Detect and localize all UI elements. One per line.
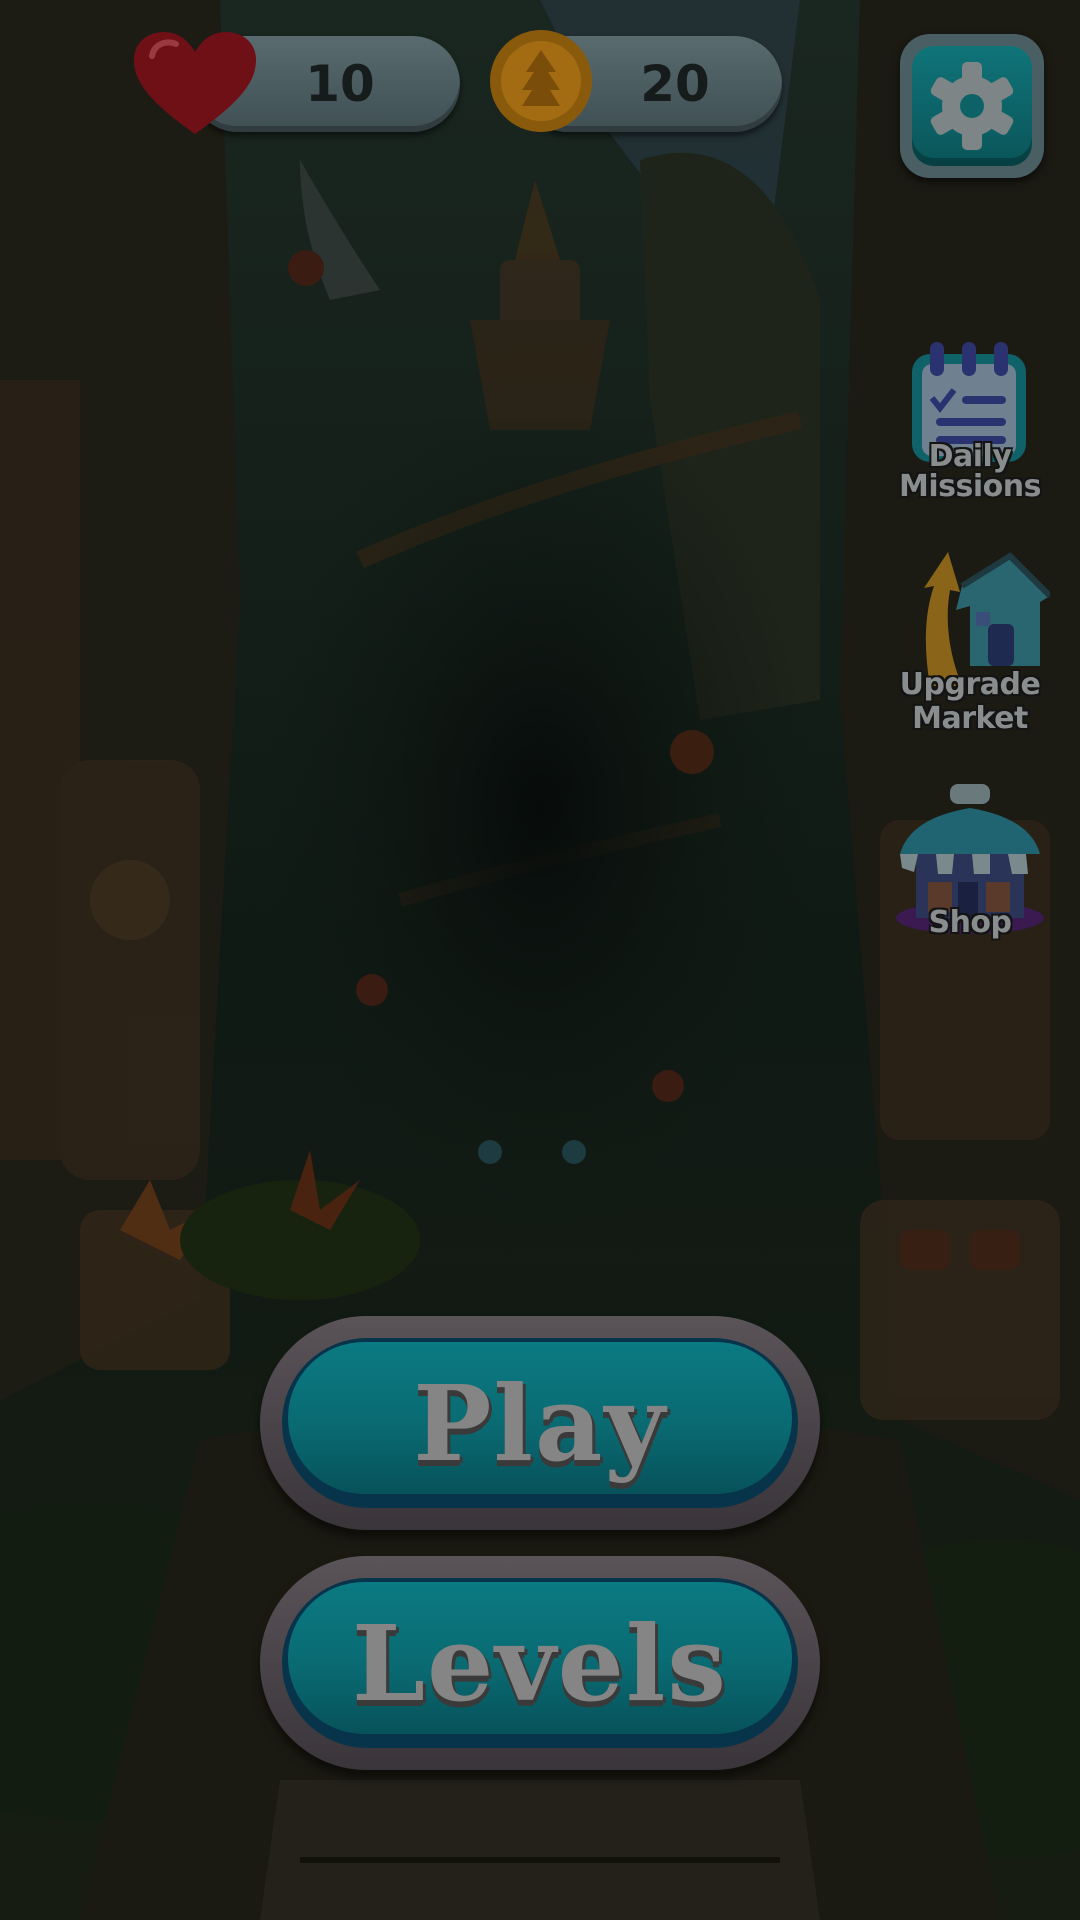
upgrade-market-label-2: Market [912,701,1028,736]
settings-button[interactable] [900,34,1044,178]
shop-button[interactable]: Shop [880,778,1060,948]
play-label: Play [413,1361,667,1485]
coin-icon [490,30,592,132]
gear-icon [930,62,1014,150]
upgrade-market-label-1: Upgrade [899,667,1041,702]
shop-label: Shop [928,905,1012,940]
daily-missions-button[interactable]: Daily Missions [880,336,1060,506]
coins-value: 20 [640,55,710,113]
levels-button[interactable]: Levels [260,1556,820,1770]
heart-icon [134,32,256,134]
lives-value: 10 [305,55,375,113]
upgrade-market-button[interactable]: Upgrade Market [880,546,1060,736]
levels-label: Levels [352,1601,728,1725]
play-button[interactable]: Play [260,1316,820,1530]
daily-missions-label-2: Missions [899,469,1041,504]
